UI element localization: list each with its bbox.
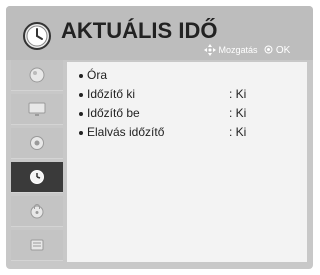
sidebar-item-lock[interactable] [11,196,63,227]
menu-item-value: : Ki [229,106,247,120]
clock-icon [30,170,44,184]
ok-button-icon [264,45,273,54]
speaker-icon [30,136,44,150]
menu-item-value: : Ki [229,87,247,101]
bullet [79,73,83,78]
menu-item-sleep-timer[interactable]: Elalvás időzítő : Ki [79,125,246,139]
bullet [79,130,83,135]
page-title: AKTUÁLIS IDŐ [61,18,218,43]
clock-icon [23,22,51,50]
lock-icon [30,204,44,219]
sidebar-item-screen[interactable] [11,94,63,125]
sidebar-item-options[interactable] [11,230,63,261]
menu-item-clock[interactable]: Óra [79,68,107,82]
menu-item-label: Időzítő be [87,106,140,120]
move-arrows-icon [204,44,216,56]
menu-item-off-timer[interactable]: Időzítő ki : Ki [79,87,246,101]
menu-item-label: Időzítő ki [87,87,136,101]
menu-item-on-timer[interactable]: Időzítő be : Ki [79,106,246,120]
bullet [79,111,83,116]
sidebar-item-time[interactable] [11,162,63,193]
menu-item-value: : Ki [229,125,247,139]
picture-icon [29,67,45,83]
hint-ok-label: OK [275,44,291,56]
menu-item-label: Óra [87,68,108,82]
time-settings-list: Óra Időzítő ki : Ki Időzítő be : Ki Elal… [67,62,307,262]
sidebar-item-audio[interactable] [11,128,63,159]
screen-icon [28,102,46,116]
hint-move-label: Mozgatás [218,45,258,55]
category-sidebar [11,60,63,264]
options-icon [30,239,44,251]
sidebar-item-picture[interactable] [11,60,63,91]
menu-item-label: Elalvás időzítő [87,125,165,139]
navigation-hint: Mozgatás OK [204,44,290,56]
bullet [79,92,83,97]
